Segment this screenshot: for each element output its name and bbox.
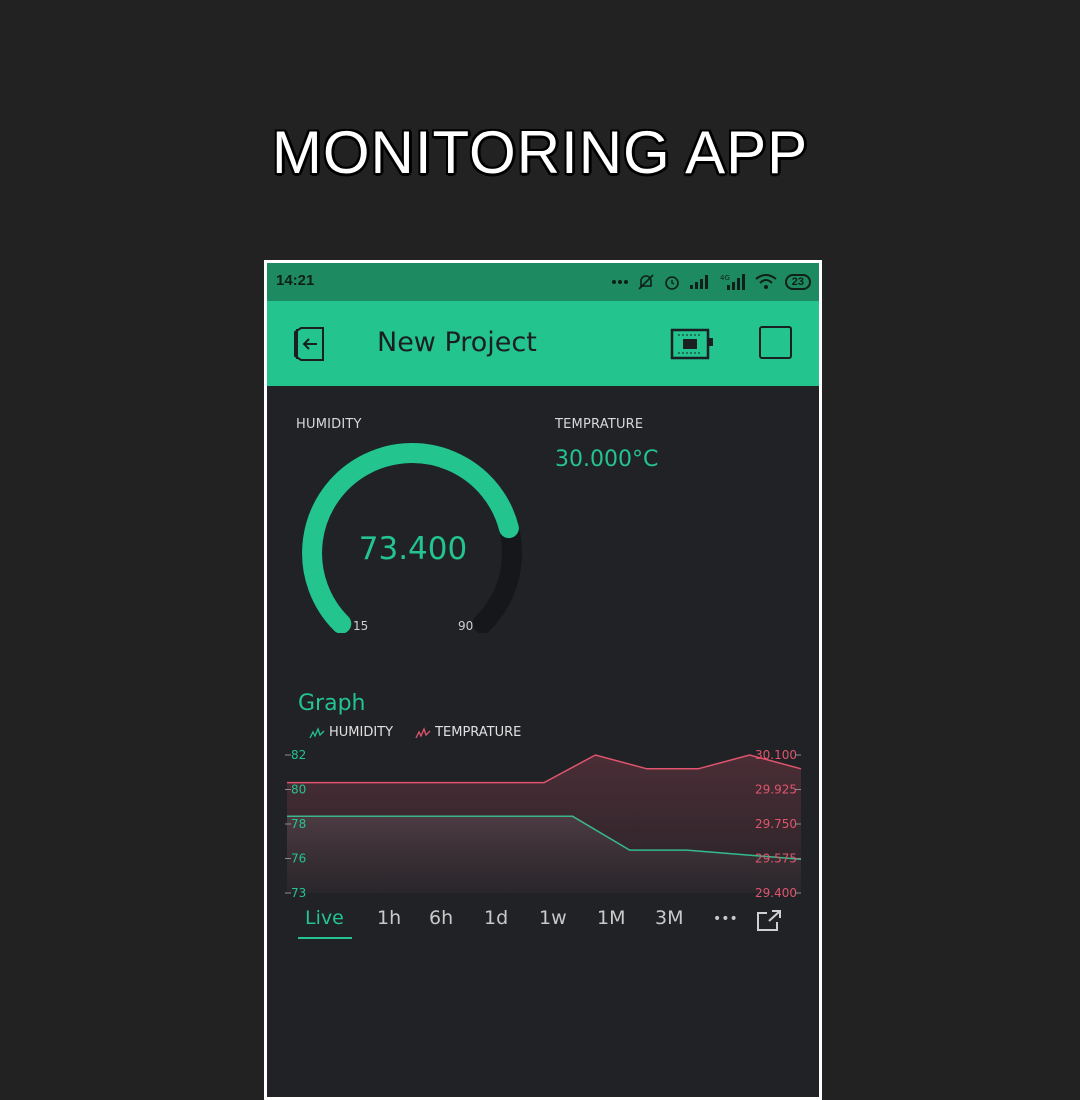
- graph-title: Graph: [298, 691, 366, 716]
- temperature-line-icon: [415, 726, 431, 738]
- legend-item-temperature: TEMPRATURE: [415, 725, 521, 740]
- status-time: 14:21: [276, 272, 315, 289]
- signal-icon: [689, 275, 708, 289]
- svg-text:4G: 4G: [720, 274, 730, 282]
- y-right-tick-label: 29.925: [755, 783, 797, 797]
- y-right-tick-label: 30.100: [755, 748, 797, 762]
- gauge-max-label: 90: [458, 619, 474, 633]
- signal-4g-icon: 4G: [720, 274, 745, 290]
- range-tab-live[interactable]: Live: [305, 907, 344, 929]
- muted-bell-icon: [638, 274, 654, 290]
- y-left-tick-label: 80: [291, 783, 306, 797]
- alarm-icon: [664, 276, 679, 290]
- status-bar: 14:21 4G 23: [267, 263, 819, 301]
- temperature-value: 30.000°C: [555, 447, 659, 472]
- graph-chart[interactable]: 82 80 78 76 73 30.100 29.925 29.750 29.575 29.400: [267, 741, 819, 901]
- exit-project-icon: [294, 327, 324, 361]
- time-range-bar: Live 1h 6h 1d 1w 1M 3M •••: [297, 907, 797, 943]
- device-chip-icon: [670, 328, 713, 360]
- range-tab-1d[interactable]: 1d: [484, 907, 508, 929]
- y-right-tick-label: 29.750: [755, 817, 797, 831]
- device-button[interactable]: [670, 327, 714, 361]
- y-left-tick-label: 76: [291, 852, 306, 866]
- more-ranges-button[interactable]: •••: [713, 911, 738, 927]
- status-icons: 4G 23: [611, 271, 811, 293]
- range-tab-1m[interactable]: 1M: [597, 907, 625, 929]
- graph-legend: HUMIDITY TEMPRATURE: [309, 725, 521, 740]
- y-right-tick-label: 29.400: [755, 886, 797, 900]
- temperature-label: TEMPRATURE: [555, 417, 644, 432]
- humidity-value: 73.400: [358, 531, 468, 567]
- range-tab-1h[interactable]: 1h: [377, 907, 401, 929]
- poster-title: MONITORING APP: [271, 119, 809, 186]
- more-dots-icon: [611, 280, 628, 284]
- y-right-tick-label: 29.575: [755, 852, 797, 866]
- active-range-underline: [298, 937, 352, 939]
- y-left-tick-label: 73: [291, 886, 306, 900]
- legend-label-temperature: TEMPRATURE: [435, 725, 522, 740]
- y-left-tick-label: 78: [291, 817, 306, 831]
- export-icon[interactable]: [755, 909, 783, 933]
- humidity-line-icon: [309, 726, 325, 738]
- y-left-tick-label: 82: [291, 748, 306, 762]
- legend-item-humidity: HUMIDITY: [309, 725, 393, 740]
- back-button[interactable]: [291, 325, 331, 363]
- range-tab-6h[interactable]: 6h: [429, 907, 453, 929]
- legend-label-humidity: HUMIDITY: [329, 725, 394, 740]
- wifi-icon: [755, 274, 777, 289]
- humidity-label: HUMIDITY: [296, 417, 362, 432]
- app-title: New Project: [377, 327, 537, 358]
- phone-screen: 14:21 4G 23 New Project HUMIDITY TEMPRAT…: [264, 260, 822, 1100]
- series-area-temprature: [287, 755, 801, 893]
- range-tab-3m[interactable]: 3M: [655, 907, 683, 929]
- battery-icon: 23: [784, 274, 811, 290]
- app-bar: New Project: [267, 301, 819, 386]
- stop-button[interactable]: [759, 326, 792, 359]
- range-tab-1w[interactable]: 1w: [539, 907, 567, 929]
- gauge-min-label: 15: [353, 619, 369, 633]
